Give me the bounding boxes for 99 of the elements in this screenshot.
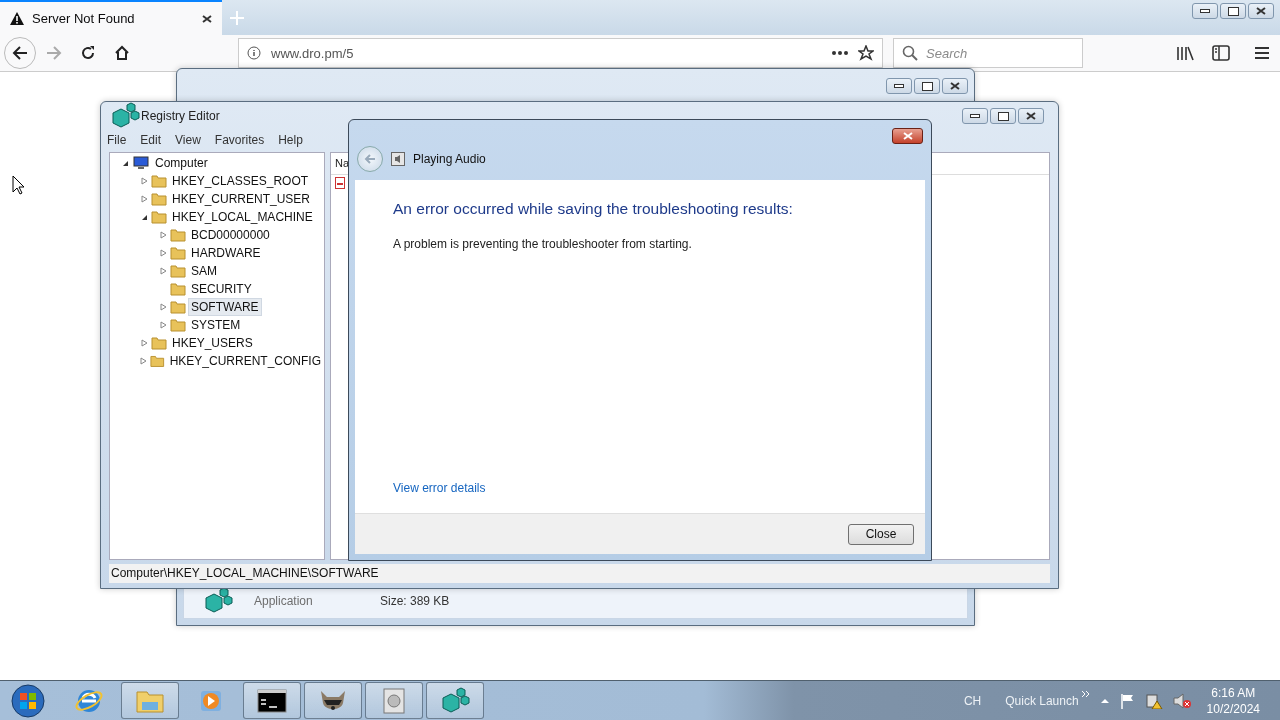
- computer-icon: [132, 156, 150, 170]
- close-icon: [1256, 7, 1266, 15]
- expand-icon[interactable]: [159, 303, 167, 311]
- restore-button[interactable]: [1220, 3, 1246, 19]
- flag-icon: [1118, 692, 1135, 709]
- drive-icon: [381, 686, 407, 715]
- home-icon[interactable]: [114, 45, 130, 61]
- more-icon[interactable]: [832, 51, 848, 55]
- folder-icon: [150, 354, 165, 368]
- tree-item[interactable]: SYSTEM: [188, 316, 244, 334]
- caret-up-icon: [1100, 698, 1109, 703]
- maximize-icon: [921, 81, 933, 91]
- tree-item[interactable]: HKEY_CURRENT_USER: [169, 190, 314, 208]
- reload-icon[interactable]: [80, 45, 96, 61]
- chevron-icon: [1080, 689, 1091, 698]
- speaker-muted-icon: [1172, 692, 1191, 709]
- tree-item[interactable]: HKEY_CURRENT_CONFIG: [166, 352, 324, 370]
- minimize-button[interactable]: [1192, 3, 1218, 19]
- tree-item[interactable]: SECURITY: [188, 280, 255, 298]
- folder-icon: [151, 336, 167, 350]
- menu-item[interactable]: Help: [278, 133, 303, 147]
- expand-icon[interactable]: [159, 321, 167, 329]
- minimize-button[interactable]: [962, 108, 988, 124]
- error-message: A problem is preventing the troubleshooter from starting.: [393, 237, 693, 251]
- expand-icon[interactable]: [140, 195, 148, 203]
- minimize-icon: [1200, 9, 1210, 13]
- close-tab-icon[interactable]: [202, 14, 212, 23]
- close-icon: [950, 82, 960, 90]
- library-icon[interactable]: [1176, 45, 1194, 61]
- tree-item[interactable]: HKEY_LOCAL_MACHINE: [169, 208, 316, 226]
- terminal-icon: [257, 688, 287, 713]
- tree-item[interactable]: SOFTWARE: [188, 298, 262, 316]
- info-icon: [247, 46, 261, 60]
- search-field[interactable]: Search: [893, 38, 1083, 68]
- folder-icon: [151, 192, 167, 206]
- expand-icon[interactable]: [159, 267, 167, 275]
- network-warning-icon: [1144, 692, 1163, 709]
- minimize-icon: [970, 114, 980, 118]
- menu-item[interactable]: View: [175, 133, 201, 147]
- close-icon: [1026, 112, 1036, 120]
- tree-item[interactable]: HKEY_CLASSES_ROOT: [169, 172, 312, 190]
- tree-item[interactable]: HARDWARE: [188, 244, 264, 262]
- window-title: Registry Editor: [141, 109, 220, 123]
- status-bar: Computer\HKEY_LOCAL_MACHINE\SOFTWARE: [109, 564, 1050, 583]
- bookmark-star-icon[interactable]: [858, 45, 874, 61]
- folder-icon: [170, 282, 186, 296]
- close-button[interactable]: [942, 78, 968, 94]
- folder-icon: [170, 318, 186, 332]
- close-icon: [202, 14, 212, 23]
- expand-icon[interactable]: [140, 339, 148, 347]
- close-icon: [902, 132, 913, 140]
- close-button[interactable]: [1018, 108, 1044, 124]
- collapse-icon[interactable]: [121, 159, 129, 167]
- error-heading: An error occurred while saving the troubleshooting results:: [393, 200, 794, 218]
- expand-icon[interactable]: [140, 357, 148, 365]
- menu-item[interactable]: Favorites: [214, 133, 265, 147]
- minimize-icon: [894, 84, 904, 88]
- maximize-button[interactable]: [914, 78, 940, 94]
- folder-icon: [151, 174, 167, 188]
- file-size-text: Size: 389 KB: [380, 594, 450, 608]
- expand-icon[interactable]: [140, 177, 148, 185]
- folder-icon: [170, 300, 186, 314]
- maximize-icon: [997, 111, 1009, 121]
- close-button[interactable]: Close: [848, 523, 914, 545]
- tree-item[interactable]: SAM: [188, 262, 220, 280]
- tree-item[interactable]: HKEY_USERS: [169, 334, 256, 352]
- menu-item[interactable]: File: [107, 133, 127, 147]
- menu-item[interactable]: Edit: [140, 133, 162, 147]
- expand-icon[interactable]: [159, 249, 167, 257]
- close-button[interactable]: [1248, 3, 1274, 19]
- view-details-link[interactable]: View error details: [393, 481, 486, 495]
- folder-icon: [170, 246, 186, 260]
- folder-icon: [170, 228, 186, 242]
- menu-icon[interactable]: [1254, 46, 1270, 60]
- dialog-title: Playing Audio: [413, 152, 486, 166]
- speaker-icon: [391, 152, 405, 166]
- url-text: www.dro.pm/5: [271, 45, 355, 61]
- folder-icon: [151, 210, 167, 224]
- expand-icon[interactable]: [159, 231, 167, 239]
- maximize-icon: [1227, 6, 1239, 16]
- maximize-button[interactable]: [990, 108, 1016, 124]
- column-header[interactable]: Na: [335, 157, 350, 170]
- browser-tab[interactable]: Server Not Found: [0, 0, 222, 35]
- close-button[interactable]: [892, 128, 923, 144]
- sidebar-icon[interactable]: [1212, 45, 1230, 61]
- tree-item[interactable]: BCD00000000: [188, 226, 273, 244]
- mouse-cursor-icon: [12, 175, 26, 195]
- back-arrow-icon: [364, 154, 376, 164]
- taskbar-button[interactable]: [304, 682, 362, 719]
- folder-icon: [170, 264, 186, 278]
- search-icon: [902, 45, 918, 61]
- minimize-button[interactable]: [886, 78, 912, 94]
- back-arrow-icon: [12, 46, 28, 60]
- collapse-icon[interactable]: [140, 213, 148, 221]
- file-type-text: Application: [254, 594, 314, 608]
- tree-item[interactable]: Computer: [152, 154, 211, 172]
- warning-icon: [10, 12, 24, 25]
- taskbar-button[interactable]: [243, 682, 301, 719]
- string-value-icon: [335, 177, 345, 189]
